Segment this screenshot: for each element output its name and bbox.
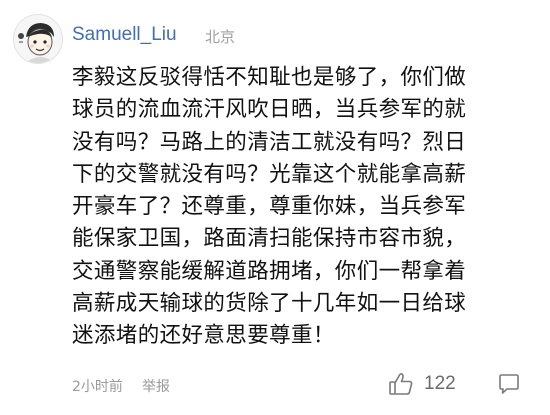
reply-button[interactable] bbox=[497, 372, 521, 396]
username[interactable]: Samuell_Liu bbox=[72, 24, 177, 46]
timestamp: 2小时前 bbox=[72, 379, 123, 395]
avatar[interactable] bbox=[13, 14, 63, 64]
thumbs-up-icon bbox=[389, 373, 413, 395]
like-button[interactable]: 122 bbox=[388, 366, 456, 402]
report-link[interactable]: 举报 bbox=[142, 376, 170, 396]
comment-card: Samuell_Liu 北京 李毅这反驳得恬不知耻也是够了，你们做 球员的流血流… bbox=[0, 0, 550, 415]
like-count: 122 bbox=[424, 373, 456, 394]
comment-text: 李毅这反驳得恬不知耻也是够了，你们做 球员的流血流汗风吹日晒，当兵参军的就 没有… bbox=[72, 65, 467, 349]
location-label: 北京 bbox=[205, 28, 236, 46]
comment-bubble-icon bbox=[499, 374, 519, 394]
cartoon-avatar-icon bbox=[14, 15, 62, 63]
